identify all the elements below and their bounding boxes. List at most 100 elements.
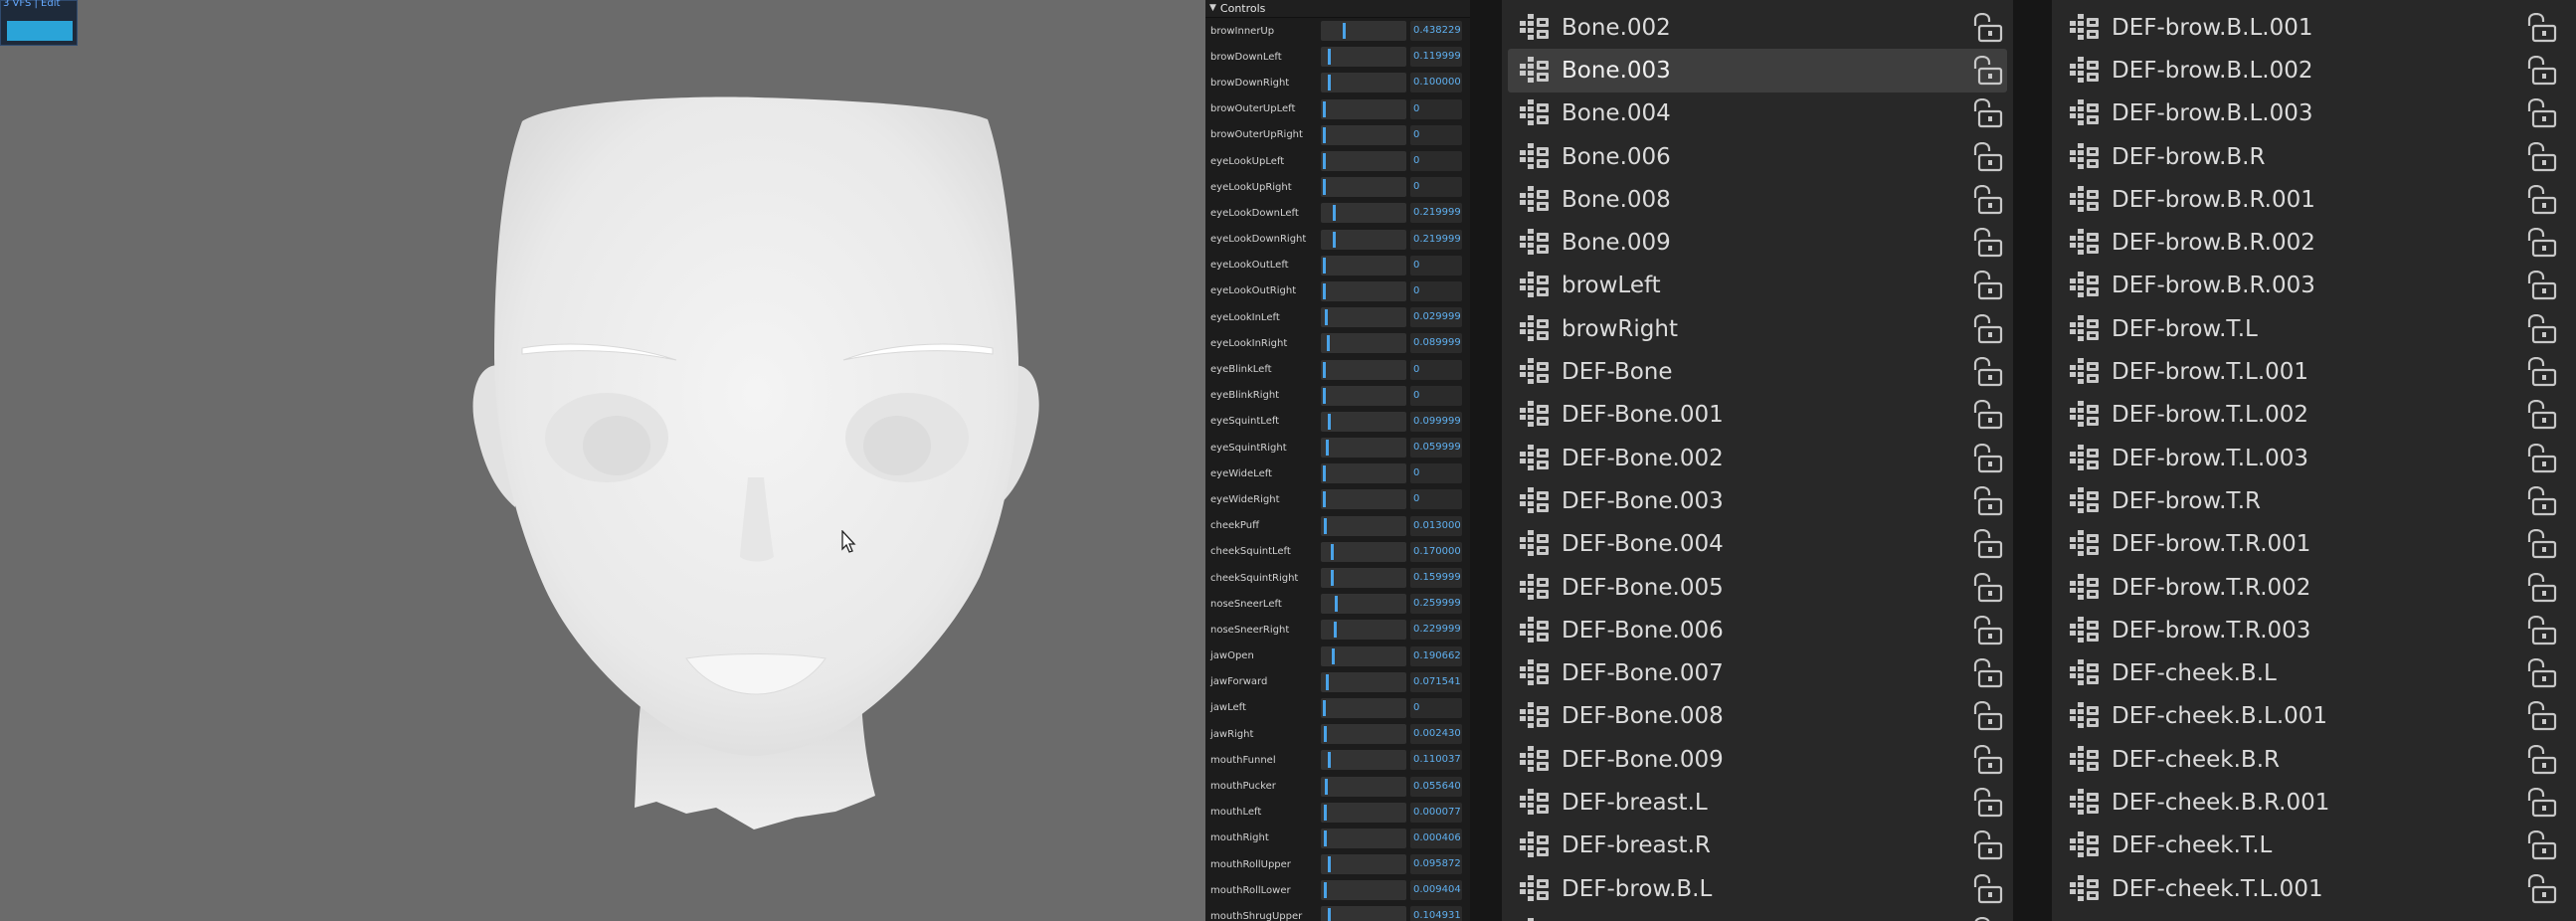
control-slider[interactable] [1321,880,1406,901]
unlock-icon[interactable] [1969,55,2003,86]
outliner-row[interactable]: DEF-Bone.002 [1502,437,2013,479]
outliner-row[interactable]: DEF-Bone.009 [1502,738,2013,781]
control-value-field[interactable]: 0.000406 [1410,828,1462,848]
control-value-field[interactable]: 0 [1410,255,1462,276]
unlock-icon[interactable] [1969,313,2003,344]
unlock-icon[interactable] [1969,658,2003,688]
control-value-field[interactable]: 0.104931 [1410,906,1462,921]
outliner-row[interactable]: DEF-Bone [1502,350,2013,393]
control-slider[interactable] [1321,177,1406,198]
control-value-field[interactable]: 0.229999 [1410,620,1462,641]
unlock-icon[interactable] [2523,400,2557,430]
unlock-icon[interactable] [1969,529,2003,559]
unlock-icon[interactable] [1969,830,2003,860]
outliner-row[interactable]: DEF-brow.T.R.003 [2052,609,2576,651]
unlock-icon[interactable] [1969,357,2003,387]
outliner-row-selected[interactable]: Bone.003 [1508,49,2007,92]
control-value-field[interactable]: 0.059999 [1410,438,1462,459]
outliner-row[interactable]: DEF-Bone.005 [1502,566,2013,609]
control-slider[interactable] [1321,724,1406,745]
unlock-icon[interactable] [2523,443,2557,473]
unlock-icon[interactable] [1969,572,2003,603]
control-slider[interactable] [1321,385,1406,406]
control-slider[interactable] [1321,697,1406,718]
outliner-row[interactable]: DEF-brow.B.L.001 [1502,910,2013,921]
unlock-icon[interactable] [1969,485,2003,516]
control-slider[interactable] [1321,229,1406,250]
control-value-field[interactable]: 0 [1410,463,1462,484]
unlock-icon[interactable] [1969,744,2003,775]
control-slider[interactable] [1321,411,1406,432]
control-slider[interactable] [1321,854,1406,875]
control-slider[interactable] [1321,645,1406,666]
control-slider[interactable] [1321,307,1406,328]
outliner-row[interactable]: DEF-brow.T.R.002 [2052,566,2576,609]
outliner-row[interactable]: DEF-breast.L [1502,781,2013,824]
unlock-icon[interactable] [2523,228,2557,258]
unlock-icon[interactable] [1969,787,2003,818]
unlock-icon[interactable] [2523,830,2557,860]
outliner-row[interactable]: DEF-Bone.007 [1502,651,2013,694]
control-value-field[interactable]: 0.055640 [1410,776,1462,797]
control-value-field[interactable]: 0 [1410,697,1462,718]
control-value-field[interactable]: 0.190662 [1410,645,1462,666]
outliner-row[interactable]: DEF-brow.T.L.003 [2052,437,2576,479]
outliner-row[interactable]: DEF-brow.B.R [2052,135,2576,178]
outliner-row[interactable]: DEF-brow.B.R.001 [2052,178,2576,221]
outliner-row[interactable]: DEF-breast.R [1502,825,2013,867]
outliner-row[interactable]: DEF-Bone.008 [1502,695,2013,738]
outliner-row[interactable]: DEF-Bone.003 [1502,479,2013,522]
unlock-icon[interactable] [1969,400,2003,430]
outliner-row[interactable]: Bone.008 [1502,178,2013,221]
control-slider[interactable] [1321,802,1406,823]
unlock-icon[interactable] [1969,615,2003,645]
unlock-icon[interactable] [2523,615,2557,645]
control-slider[interactable] [1321,776,1406,797]
unlock-icon[interactable] [2523,572,2557,603]
unlock-icon[interactable] [2523,787,2557,818]
control-slider[interactable] [1321,620,1406,641]
outliner-row[interactable]: DEF-brow.B.L.003 [2052,92,2576,135]
control-value-field[interactable]: 0.219999 [1410,203,1462,224]
unlock-icon[interactable] [2523,271,2557,300]
outliner-row[interactable]: Bone.002 [1502,6,2013,49]
outliner-row[interactable]: DEF-Bone.006 [1502,609,2013,651]
control-slider[interactable] [1321,280,1406,301]
control-value-field[interactable]: 0.009404 [1410,880,1462,901]
chevron-down-icon[interactable]: ▼ [1209,0,1216,17]
unlock-icon[interactable] [2523,485,2557,516]
unlock-icon[interactable] [1969,443,2003,473]
outliner-row[interactable]: DEF-brow.T.L.002 [2052,394,2576,437]
outliner-row[interactable]: DEF-brow.T.R [2052,479,2576,522]
unlock-icon[interactable] [1969,701,2003,731]
unlock-icon[interactable] [1969,184,2003,215]
control-value-field[interactable]: 0.110037 [1410,750,1462,771]
unlock-icon[interactable] [2523,744,2557,775]
control-value-field[interactable]: 0 [1410,385,1462,406]
outliner-row[interactable]: DEF-brow.T.L.001 [2052,350,2576,393]
unlock-icon[interactable] [2523,357,2557,387]
control-slider[interactable] [1321,203,1406,224]
control-slider[interactable] [1321,568,1406,589]
control-value-field[interactable]: 0.089999 [1410,333,1462,354]
control-value-field[interactable]: 0 [1410,98,1462,119]
control-slider[interactable] [1321,98,1406,119]
outliner-row[interactable]: DEF-cheek.T.L [2052,825,2576,867]
unlock-icon[interactable] [1969,98,2003,128]
unlock-icon[interactable] [2523,55,2557,86]
control-slider[interactable] [1321,906,1406,921]
control-value-field[interactable]: 0.099999 [1410,411,1462,432]
outliner-row[interactable]: DEF-cheek.T.L.001 [2052,867,2576,910]
control-value-field[interactable]: 0 [1410,151,1462,172]
control-slider[interactable] [1321,541,1406,562]
unlock-icon[interactable] [1969,12,2003,43]
outliner-row[interactable]: DEF-brow.T.L [2052,307,2576,350]
unlock-icon[interactable] [1969,228,2003,258]
control-slider[interactable] [1321,333,1406,354]
outliner-row[interactable]: DEF-brow.B.L [1502,867,2013,910]
control-value-field[interactable]: 0.159999 [1410,568,1462,589]
outliner-row[interactable]: DEF-cheek.B.L [2052,651,2576,694]
control-slider[interactable] [1321,255,1406,276]
control-slider[interactable] [1321,594,1406,615]
outliner-row[interactable]: DEF-Bone.004 [1502,523,2013,566]
